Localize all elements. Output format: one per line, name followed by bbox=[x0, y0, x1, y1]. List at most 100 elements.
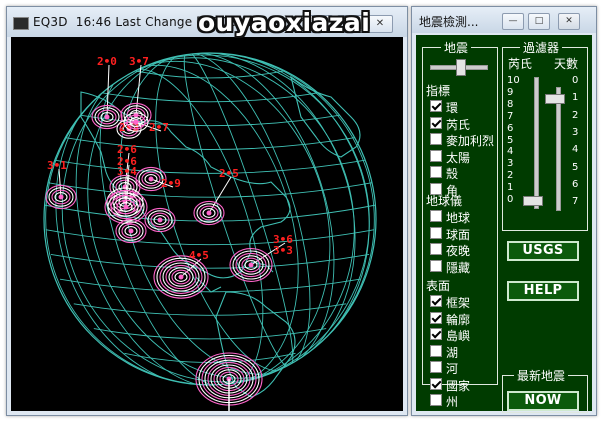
control-minimize-button[interactable]: — bbox=[502, 13, 524, 30]
surface-option-checkbox[interactable] bbox=[430, 311, 442, 324]
epicenter-dot[interactable] bbox=[128, 228, 134, 234]
quake-magnitude-label: 2•7 bbox=[149, 121, 169, 134]
epicenter-dot[interactable] bbox=[157, 217, 163, 223]
quake-magnitude-label: 3•7 bbox=[129, 55, 149, 68]
globe-option-label: 夜晚 bbox=[446, 244, 471, 258]
epicenter-dot[interactable] bbox=[148, 176, 154, 182]
indicator-checkbox[interactable] bbox=[430, 166, 442, 178]
epicenter-dot[interactable] bbox=[58, 194, 64, 200]
indicator-label: 環 bbox=[446, 101, 459, 115]
globe-header: 地球儀 bbox=[426, 194, 463, 208]
richter-slider-thumb[interactable] bbox=[523, 196, 543, 206]
watermark-text: ouyaoxiazai bbox=[198, 8, 371, 37]
quake-magnitude-label: 2•5 bbox=[219, 167, 239, 180]
surface-option-label: 島嶼 bbox=[446, 329, 471, 343]
quake-magnitude-label: 4•5 bbox=[189, 249, 209, 262]
meridian-line bbox=[183, 53, 294, 369]
latest-quake-title: 最新地震 bbox=[514, 367, 569, 384]
surface-option-label: 框架 bbox=[446, 296, 471, 310]
close-button[interactable]: ✕ bbox=[367, 15, 393, 33]
surface-option-checkbox[interactable] bbox=[430, 295, 442, 307]
indicator-checkbox[interactable] bbox=[430, 116, 442, 129]
surface-option-checkbox[interactable] bbox=[430, 361, 442, 373]
richter-slider-track[interactable] bbox=[534, 77, 539, 209]
parallel-line bbox=[45, 229, 375, 246]
surface-option-checkbox[interactable] bbox=[430, 344, 442, 357]
parallel-line bbox=[124, 68, 296, 79]
globe-option-label: 球面 bbox=[446, 227, 471, 242]
scale-tick: 5 bbox=[507, 134, 514, 146]
scale-tick: 8 bbox=[507, 98, 514, 110]
scale-tick: 1 bbox=[572, 92, 579, 104]
usgs-button[interactable]: USGS bbox=[507, 241, 579, 261]
control-title-bar[interactable]: 地震檢測... — □ ✕ bbox=[412, 7, 596, 33]
help-button[interactable]: HELP bbox=[507, 281, 579, 301]
parallel-line bbox=[45, 181, 375, 198]
scale-tick: 3 bbox=[572, 126, 579, 138]
epicenter-dot[interactable] bbox=[123, 204, 129, 210]
scale-tick: 7 bbox=[507, 110, 514, 122]
parallel-line bbox=[59, 136, 361, 150]
indicator-checkbox[interactable] bbox=[430, 133, 442, 145]
app-name: EQ3D bbox=[33, 15, 68, 29]
indicator-label: 麥加利烈 bbox=[446, 134, 495, 148]
indicator-header: 指標 bbox=[426, 84, 451, 98]
quake-magnitude-label: 2•0 bbox=[97, 55, 117, 68]
globe-option-checkbox[interactable] bbox=[430, 226, 442, 239]
scale-tick: 4 bbox=[507, 146, 514, 158]
scale-tick: 9 bbox=[507, 86, 514, 98]
globe-option-label: 隱藏 bbox=[446, 260, 471, 275]
quake-slider-thumb[interactable] bbox=[456, 59, 466, 76]
filter-group-title: 過濾器 bbox=[520, 39, 563, 56]
indicator-checkbox[interactable] bbox=[430, 100, 442, 112]
epicenter-dot[interactable] bbox=[206, 210, 212, 216]
epicenter-dot[interactable] bbox=[178, 274, 184, 280]
scale-tick: 2 bbox=[507, 170, 514, 182]
surface-header: 表面 bbox=[426, 279, 451, 293]
meridian-line bbox=[99, 68, 264, 385]
indicator-label: 殼 bbox=[446, 167, 459, 181]
meridian-line bbox=[155, 53, 311, 372]
surface-option-checkbox[interactable] bbox=[430, 394, 442, 406]
quake-magnitude-label: 2•9 bbox=[161, 177, 181, 190]
parallel-line bbox=[59, 278, 361, 293]
globe-svg[interactable]: 2•0 3•72•3 2•72•62•63•42•92•53•13•63•34•5 bbox=[11, 37, 403, 411]
globe-option-checkbox[interactable] bbox=[430, 210, 442, 222]
scale-tick: 5 bbox=[572, 161, 579, 173]
parallel-line bbox=[93, 90, 327, 103]
control-panel: 地震 指標 環芮氏 麥加利烈 太陽殼角 地球儀 地球 球面 夜晚 隱藏 表面 框架 輪廓 島嶼… bbox=[416, 35, 592, 413]
globe-option-checkbox[interactable] bbox=[430, 259, 442, 272]
days-slider-track[interactable] bbox=[556, 87, 561, 211]
indicator-checkbox[interactable] bbox=[430, 149, 442, 162]
globe-option-label: 地球 bbox=[446, 211, 471, 225]
surface-option-label: 湖 bbox=[446, 345, 459, 360]
globe-option-checkbox[interactable] bbox=[430, 243, 442, 255]
indicator-label: 芮氏 bbox=[446, 117, 471, 132]
control-close-button[interactable]: ✕ bbox=[558, 13, 580, 30]
scale-tick: 7 bbox=[572, 196, 579, 208]
scale-tick: 6 bbox=[572, 178, 579, 190]
epicenter-dot[interactable] bbox=[133, 119, 139, 125]
indicator-label: 太陽 bbox=[446, 150, 471, 165]
quake-magnitude-label: 3•4 bbox=[117, 165, 137, 178]
quake-magnitude-label: 3•3 bbox=[273, 244, 293, 257]
surface-option-label: 輪廓 bbox=[446, 312, 471, 327]
scale-tick: 0 bbox=[572, 75, 579, 86]
control-title: 地震檢測... bbox=[419, 15, 479, 29]
scale-tick: 3 bbox=[507, 158, 514, 170]
quake-magnitude-label: 3•1 bbox=[47, 159, 67, 172]
now-button[interactable]: NOW bbox=[507, 391, 579, 411]
epicenter-dot[interactable] bbox=[248, 262, 254, 268]
quake-leader-line bbox=[208, 176, 232, 214]
control-window: 地震檢測... — □ ✕ 地震 指標 環芮氏 麥加利烈 太陽殼角 地球儀 地球 球面… bbox=[411, 6, 597, 416]
scale-tick: 2 bbox=[572, 109, 579, 121]
days-filter-label: 天數 bbox=[554, 57, 579, 71]
surface-option-checkbox[interactable] bbox=[430, 377, 442, 390]
globe-viewport[interactable]: 2•0 3•7 2•3 2•7 2•6 2•6 3•4 2•9 2•5 3•1 3•6 3•3 4•5 bbox=[11, 37, 403, 411]
epicenter-dot[interactable] bbox=[104, 114, 110, 120]
control-maximize-button[interactable]: □ bbox=[528, 13, 550, 30]
surface-option-checkbox[interactable] bbox=[430, 328, 442, 340]
scale-tick: 4 bbox=[572, 144, 579, 156]
days-slider-thumb[interactable] bbox=[545, 94, 565, 105]
surface-option-label: 州 bbox=[446, 395, 459, 409]
